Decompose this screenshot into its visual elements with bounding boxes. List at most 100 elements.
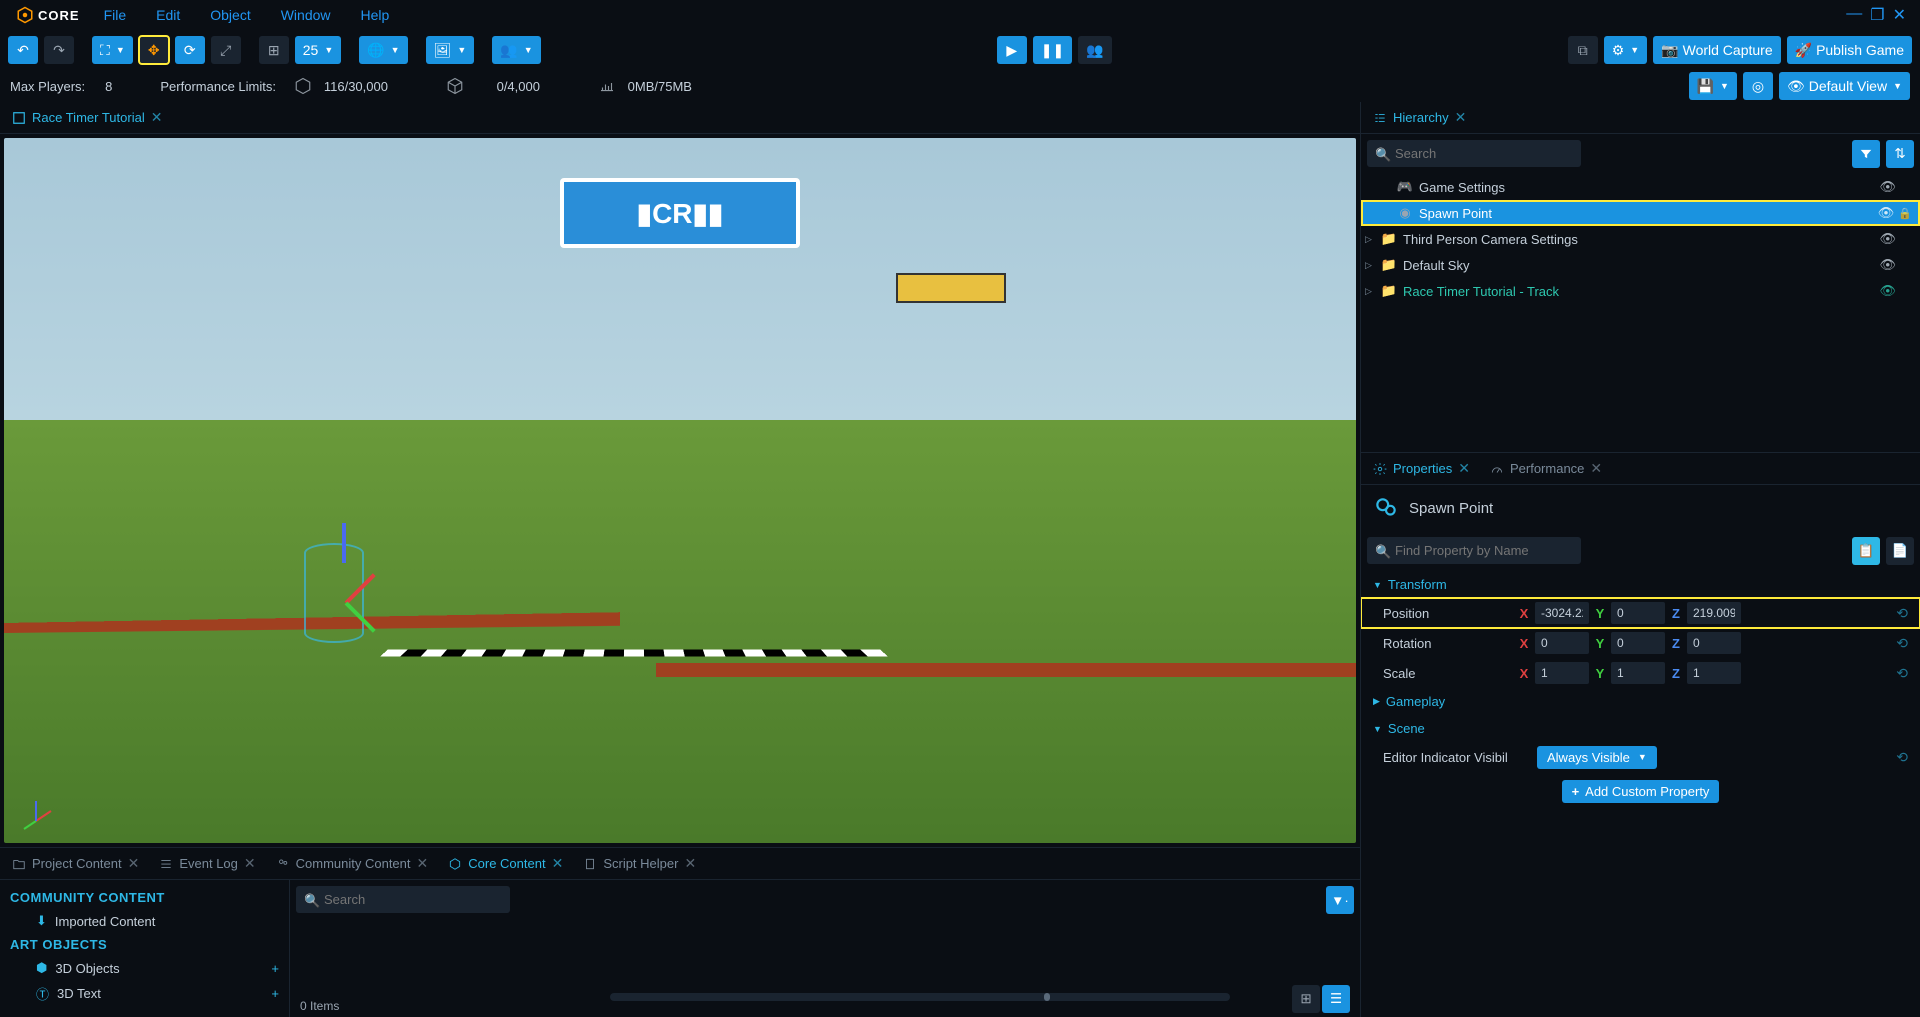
menu-edit[interactable]: Edit xyxy=(142,3,194,27)
tab-race-timer[interactable]: Race Timer Tutorial ✕ xyxy=(2,104,172,132)
screens-button[interactable]: ⧉ xyxy=(1568,36,1598,64)
settings-gear-button[interactable]: ⚙▼ xyxy=(1604,36,1647,64)
maximize-icon[interactable]: ❐ xyxy=(1870,5,1884,25)
visibility-icon[interactable]: 👁 xyxy=(1879,283,1896,299)
copy-properties-button[interactable]: 📋 xyxy=(1852,537,1880,565)
tab-community-content[interactable]: Community Content✕ xyxy=(266,850,439,878)
position-z-input[interactable] xyxy=(1687,602,1741,624)
visibility-icon[interactable]: 👁 xyxy=(1879,179,1896,195)
menu-object[interactable]: Object xyxy=(196,3,264,27)
tree-3d-text[interactable]: Ⓣ 3D Text + xyxy=(0,980,289,1007)
hierarchy-item-camera-settings[interactable]: ▷ 📁 Third Person Camera Settings 👁 xyxy=(1361,226,1920,252)
transform-gizmo[interactable] xyxy=(304,543,384,663)
tab-core-content[interactable]: Core Content✕ xyxy=(438,850,573,878)
hierarchy-item-spawn-point[interactable]: ◉ Spawn Point 👁🔒 xyxy=(1361,200,1920,226)
scale-tool-button[interactable]: ⤢ xyxy=(211,36,241,64)
world-capture-button[interactable]: 📷 World Capture xyxy=(1653,36,1780,64)
hierarchy-sort-button[interactable]: ⇅ xyxy=(1886,140,1914,168)
hierarchy-filter-button[interactable] xyxy=(1852,140,1880,168)
content-search-input[interactable] xyxy=(296,886,510,913)
expand-arrow-icon[interactable]: ▷ xyxy=(1365,234,1375,245)
filter-button[interactable]: ▼· xyxy=(1326,886,1354,914)
editor-indicator-dropdown[interactable]: Always Visible▼ xyxy=(1537,746,1657,769)
rotation-y-input[interactable] xyxy=(1611,632,1665,654)
pause-button[interactable]: ❚❚ xyxy=(1033,36,1072,64)
undo-button[interactable]: ↶ xyxy=(8,36,38,64)
position-x-input[interactable] xyxy=(1535,602,1589,624)
tree-imported-content[interactable]: ⬇ Imported Content xyxy=(0,909,289,933)
tab-close-icon[interactable]: ✕ xyxy=(244,855,256,872)
tab-close-icon[interactable]: ✕ xyxy=(128,855,140,872)
list-view-button[interactable]: ☰ xyxy=(1322,985,1350,1013)
tab-hierarchy[interactable]: Hierarchy ✕ xyxy=(1363,104,1476,132)
move-tool-button[interactable]: ✥ xyxy=(139,36,169,64)
hierarchy-item-default-sky[interactable]: ▷ 📁 Default Sky 👁 xyxy=(1361,252,1920,278)
default-view-button[interactable]: 👁 Default View ▼ xyxy=(1779,72,1910,100)
position-y-input[interactable] xyxy=(1611,602,1665,624)
paste-properties-button[interactable]: 📄 xyxy=(1886,537,1914,565)
tab-properties[interactable]: Properties ✕ xyxy=(1363,455,1480,483)
save-layout-button[interactable]: 💾▼ xyxy=(1689,72,1737,100)
tab-close-icon[interactable]: ✕ xyxy=(1458,460,1470,477)
gizmo-z-axis[interactable] xyxy=(342,523,346,563)
snap-value-button[interactable]: 25▼ xyxy=(295,36,342,64)
tab-close-icon[interactable]: ✕ xyxy=(1455,109,1467,126)
hierarchy-search-input[interactable] xyxy=(1367,140,1581,167)
add-custom-property-button[interactable]: +Add Custom Property xyxy=(1562,780,1720,803)
multiplayer-preview-button[interactable]: 👥 xyxy=(1078,36,1111,64)
camera-button[interactable]: 🖼▼ xyxy=(426,36,475,64)
expand-icon[interactable]: + xyxy=(271,961,279,976)
help-target-button[interactable]: ◎ xyxy=(1743,72,1773,100)
hierarchy-item-game-settings[interactable]: 🎮 Game Settings 👁 xyxy=(1361,174,1920,200)
orientation-button[interactable]: 🌐▼ xyxy=(359,36,407,64)
tab-project-content[interactable]: Project Content✕ xyxy=(2,850,149,878)
scale-z-input[interactable] xyxy=(1687,662,1741,684)
visibility-icon[interactable]: 👁 xyxy=(1879,231,1896,247)
expand-icon[interactable]: + xyxy=(271,986,279,1001)
visibility-icon[interactable]: 👁 xyxy=(1878,205,1895,221)
lock-icon[interactable]: 🔒 xyxy=(1898,207,1912,220)
play-button[interactable]: ▶ xyxy=(997,36,1027,64)
tree-3d-objects[interactable]: ⬢ 3D Objects + xyxy=(0,956,289,980)
expand-arrow-icon[interactable]: ▷ xyxy=(1365,286,1375,297)
rotation-z-input[interactable] xyxy=(1687,632,1741,654)
community-content-header[interactable]: COMMUNITY CONTENT xyxy=(0,886,289,909)
tab-close-icon[interactable]: ✕ xyxy=(552,855,564,872)
menu-help[interactable]: Help xyxy=(347,3,404,27)
tab-close-icon[interactable]: ✕ xyxy=(684,855,696,872)
players-button[interactable]: 👥▼ xyxy=(492,36,540,64)
scale-x-input[interactable] xyxy=(1535,662,1589,684)
property-search-input[interactable] xyxy=(1367,537,1581,564)
viewport[interactable]: ▮CR▮▮ xyxy=(4,138,1356,843)
grid-view-button[interactable]: ⊞ xyxy=(1292,985,1320,1013)
expand-arrow-icon[interactable]: ▷ xyxy=(1365,260,1375,271)
tab-close-icon[interactable]: ✕ xyxy=(417,855,429,872)
tab-event-log[interactable]: Event Log✕ xyxy=(149,850,265,878)
reset-rotation-button[interactable]: ⟲ xyxy=(1896,635,1908,652)
select-tool-button[interactable]: ⛶▼ xyxy=(92,36,133,64)
reset-scale-button[interactable]: ⟲ xyxy=(1896,665,1908,682)
tab-close-icon[interactable]: ✕ xyxy=(151,109,163,126)
grid-snap-button[interactable]: ⊞ xyxy=(259,36,289,64)
scene-section-header[interactable]: ▼ Scene xyxy=(1361,715,1920,742)
reset-position-button[interactable]: ⟲ xyxy=(1896,605,1908,622)
visibility-icon[interactable]: 👁 xyxy=(1879,257,1896,273)
content-scrollbar[interactable] xyxy=(610,993,1230,1001)
reset-indicator-button[interactable]: ⟲ xyxy=(1896,749,1908,766)
gameplay-section-header[interactable]: ▶ Gameplay xyxy=(1361,688,1920,715)
publish-game-button[interactable]: 🚀 Publish Game xyxy=(1787,36,1912,64)
tab-close-icon[interactable]: ✕ xyxy=(1590,460,1602,477)
tab-script-helper[interactable]: Script Helper✕ xyxy=(573,850,706,878)
art-objects-header[interactable]: ART OBJECTS xyxy=(0,933,289,956)
hierarchy-item-track[interactable]: ▷ 📁 Race Timer Tutorial - Track 👁 xyxy=(1361,278,1920,304)
transform-section-header[interactable]: ▼ Transform xyxy=(1361,571,1920,598)
scale-y-input[interactable] xyxy=(1611,662,1665,684)
tab-performance[interactable]: Performance ✕ xyxy=(1480,455,1612,483)
minimize-icon[interactable]: — xyxy=(1846,5,1862,25)
close-icon[interactable]: ✕ xyxy=(1893,5,1906,25)
redo-button[interactable]: ↷ xyxy=(44,36,74,64)
rotation-x-input[interactable] xyxy=(1535,632,1589,654)
menu-window[interactable]: Window xyxy=(267,3,345,27)
menu-file[interactable]: File xyxy=(90,3,141,27)
rotate-tool-button[interactable]: ⟳ xyxy=(175,36,205,64)
